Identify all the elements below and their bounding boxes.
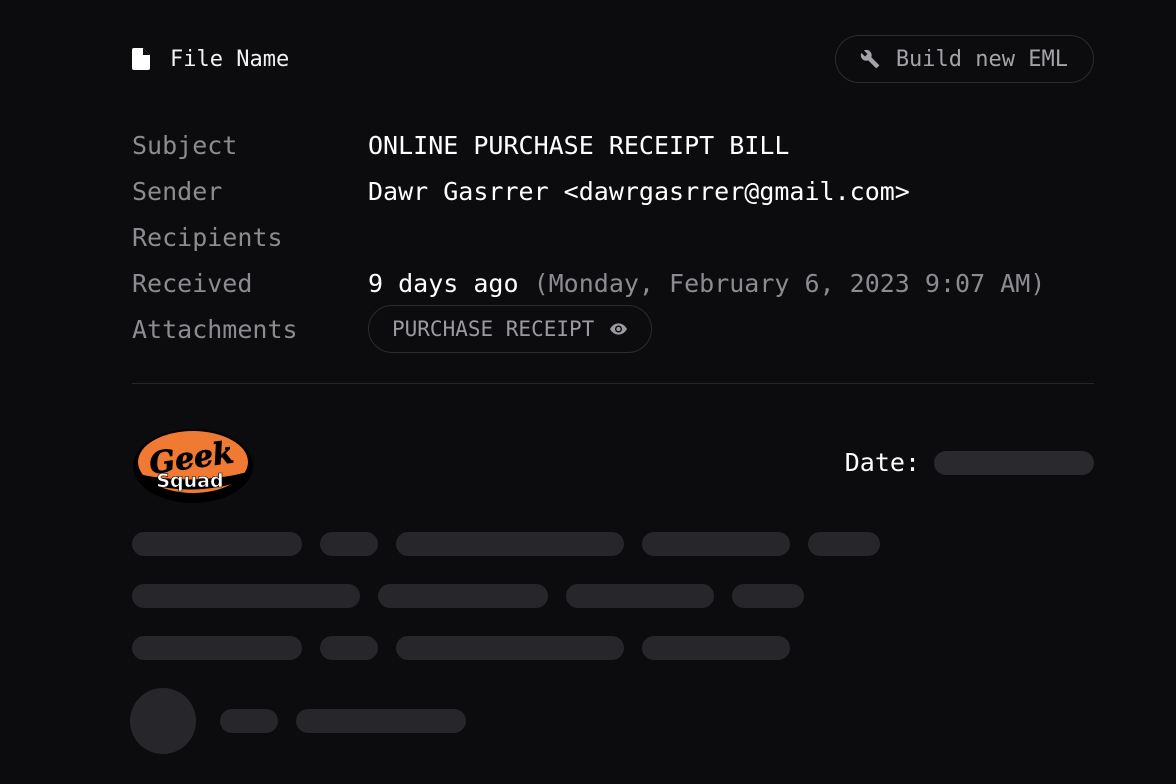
received-relative: 9 days ago [368,268,519,298]
attachments-label: Attachments [132,314,298,344]
skeleton-bar [378,584,548,608]
received-value: 9 days ago (Monday, February 6, 2023 9:0… [368,269,1045,298]
received-label: Received [132,268,253,298]
skeleton-bar [132,636,302,660]
header: File Name Build new EML [132,34,1094,84]
avatar-skeleton [130,688,196,754]
email-meta: Subject ONLINE PURCHASE RECEIPT BILL Sen… [132,122,1045,353]
skeleton-bar [320,636,378,660]
skeleton-avatar-row [130,688,466,754]
skeleton-bar [642,636,790,660]
eye-icon [610,323,628,335]
attachments-value: PURCHASE RECEIPT [368,305,1045,353]
skeleton-bar [396,636,624,660]
skeleton-line-1 [132,532,880,556]
skeleton-bar [396,532,624,556]
skeleton-bar [642,532,790,556]
received-absolute: (Monday, February 6, 2023 9:07 AM) [533,268,1046,298]
divider [132,383,1094,384]
date-skeleton [934,450,1094,475]
attachment-chip[interactable]: PURCHASE RECEIPT [368,305,653,353]
geek-squad-logo: Geek Squad [133,429,253,503]
attachment-name: PURCHASE RECEIPT [392,317,595,341]
skeleton-bar [808,532,880,556]
subject-value: ONLINE PURCHASE RECEIPT BILL [368,130,790,160]
build-new-eml-button[interactable]: Build new EML [834,35,1094,83]
sender-label: Sender [132,176,223,206]
wrench-icon [860,49,879,69]
sender-value: Dawr Gasrrer <dawrgasrrer@gmail.com> [368,176,910,206]
logo-text-squad: Squad [156,470,223,492]
skeleton-bar [132,532,302,556]
skeleton-line-2 [132,584,804,608]
skeleton-bar [220,709,278,733]
file-name: File Name [132,47,289,72]
file-name-label: File Name [170,46,290,72]
date-label: Date: [844,448,920,477]
skeleton-bar [296,709,466,733]
skeleton-bar [566,584,714,608]
skeleton-bar [732,584,804,608]
date-row: Date: [845,448,1094,477]
build-button-label: Build new EML [895,46,1068,72]
subject-label: Subject [132,130,238,160]
recipients-label: Recipients [132,222,283,252]
skeleton-bar [320,532,378,556]
skeleton-line-3 [132,636,790,660]
skeleton-bar [132,584,360,608]
file-icon [132,48,150,70]
